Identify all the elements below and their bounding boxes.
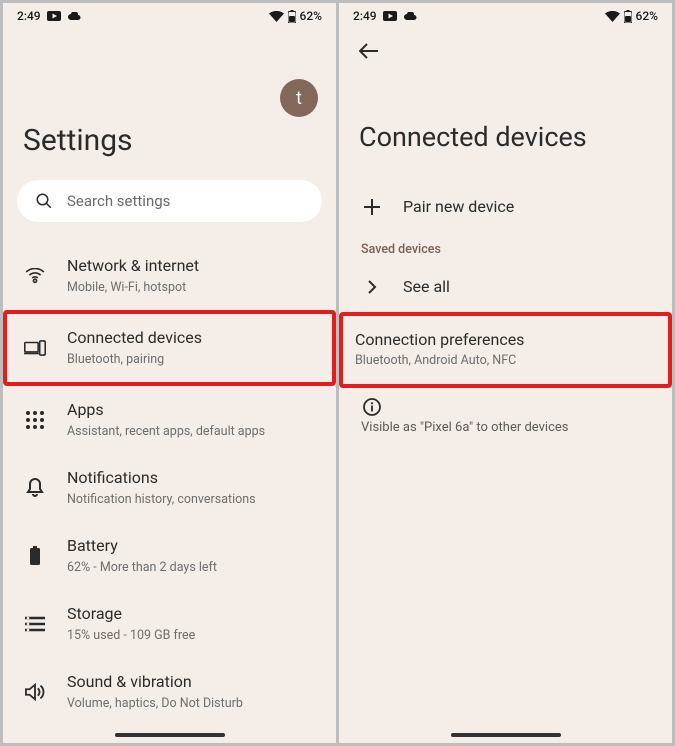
info-icon [363,398,381,416]
chevron-right-icon [367,280,377,294]
item-title: Network & internet [67,256,316,277]
item-sub: 62% - More than 2 days left [67,560,316,576]
pair-new-device[interactable]: Pair new device [347,183,664,232]
apps-icon [26,411,44,429]
settings-item-sound[interactable]: Sound & vibration Volume, haptics, Do No… [11,658,328,726]
wifi-icon [269,11,284,22]
connected-devices-screen: 2:49 62% Connected devices Pair new devi… [339,3,672,743]
visibility-info [347,388,664,420]
item-title: Pair new device [403,197,514,218]
item-title: Connected devices [67,328,316,349]
search-icon [35,192,53,210]
status-bar: 2:49 62% [3,3,336,25]
wifi-icon [605,11,620,22]
youtube-icon [47,11,61,21]
item-title: Apps [67,400,316,421]
battery-icon [29,546,41,566]
status-battery: 62% [636,9,658,23]
item-title: Storage [67,604,316,625]
nav-handle[interactable] [451,733,561,737]
item-sub: Bluetooth, pairing [67,352,316,368]
page-title: Connected devices [347,59,664,183]
item-sub: Assistant, recent apps, default apps [67,424,316,440]
item-sub: Bluetooth, Android Auto, NFC [355,353,652,369]
status-battery: 62% [300,9,322,23]
devices-icon [24,340,46,356]
status-time: 2:49 [17,9,41,23]
cloud-icon [403,12,417,21]
search-bar[interactable] [17,180,322,222]
info-text: Visible as "Pixel 6a" to other devices [347,420,664,445]
nav-handle[interactable] [115,733,225,737]
settings-item-connected-devices[interactable]: Connected devices Bluetooth, pairing [3,310,336,386]
connection-preferences[interactable]: Connection preferences Bluetooth, Androi… [339,312,672,388]
item-title: Notifications [67,468,316,489]
youtube-icon [383,11,397,21]
item-title: See all [403,277,450,298]
sound-icon [25,683,45,701]
item-title: Battery [67,536,316,557]
item-sub: 15% used - 109 GB free [67,628,316,644]
storage-icon [25,616,45,632]
settings-item-apps[interactable]: Apps Assistant, recent apps, default app… [11,386,328,454]
cloud-icon [67,12,81,21]
item-sub: Mobile, Wi-Fi, hotspot [67,280,316,296]
search-input[interactable] [67,192,304,210]
bell-icon [26,478,44,498]
settings-item-notifications[interactable]: Notifications Notification history, conv… [11,454,328,522]
settings-screen: 2:49 62% t Settings Network & internet [3,3,336,743]
item-sub: Volume, haptics, Do Not Disturb [67,696,316,712]
settings-item-storage[interactable]: Storage 15% used - 109 GB free [11,590,328,658]
item-title: Sound & vibration [67,672,316,693]
item-sub: Notification history, conversations [67,492,316,508]
see-all[interactable]: See all [347,263,664,312]
battery-icon [288,10,296,23]
wifi-icon [25,268,45,284]
settings-item-battery[interactable]: Battery 62% - More than 2 days left [11,522,328,590]
back-button[interactable] [347,25,664,59]
status-time: 2:49 [353,9,377,23]
battery-icon [624,10,632,23]
settings-item-network[interactable]: Network & internet Mobile, Wi-Fi, hotspo… [11,242,328,310]
avatar[interactable]: t [280,79,318,117]
arrow-left-icon [359,43,379,59]
plus-icon [364,199,380,215]
status-bar: 2:49 62% [339,3,672,25]
saved-devices-label: Saved devices [347,232,664,263]
item-title: Connection preferences [355,330,652,351]
